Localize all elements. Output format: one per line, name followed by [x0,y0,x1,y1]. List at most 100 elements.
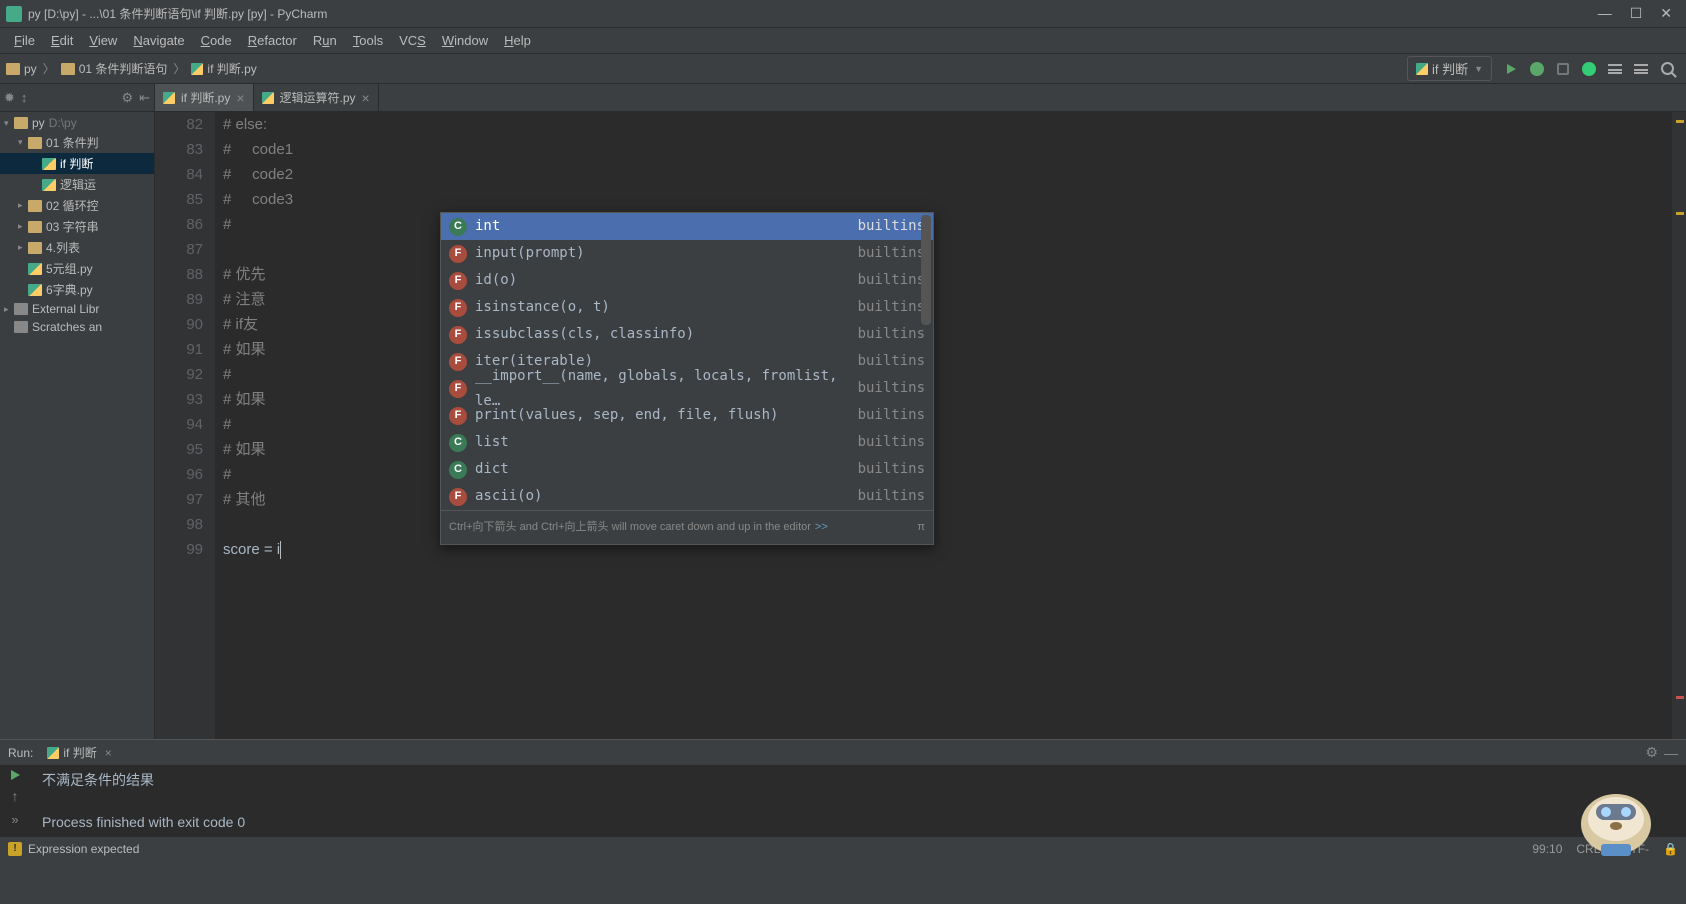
tree-item-03 字符串[interactable]: ▸03 字符串 [0,216,154,237]
tree-label: py [32,116,45,130]
breadcrumb[interactable]: py 〉 01 条件判断语句 〉 if 判断.py [6,60,257,77]
project-tree[interactable]: ▾pyD:\py▾01 条件判if 判断逻辑运▸02 循环控▸03 字符串▸4.… [0,112,154,338]
completion-name: issubclass(cls, classinfo) [475,322,858,347]
add-button[interactable]: ✹ [4,90,15,106]
warning-icon[interactable]: ! [8,842,22,856]
completion-item-__import__[interactable]: F__import__(name, globals, locals, froml… [441,375,933,402]
menu-edit[interactable]: Edit [43,31,81,50]
collapse-button[interactable]: ⇤ [139,90,150,106]
code-editor[interactable]: 828384858687888990919293949596979899 Cin… [155,112,1686,739]
caret-position[interactable]: 99:10 [1532,842,1562,856]
structure-button[interactable] [1604,58,1626,80]
completion-item-id[interactable]: Fid(o)builtins [441,267,933,294]
debug-button[interactable] [1526,58,1548,80]
menu-help[interactable]: Help [496,31,539,50]
menu-code[interactable]: Code [193,31,240,50]
tree-item-py[interactable]: ▾pyD:\py [0,114,154,132]
menu-tools[interactable]: Tools [345,31,391,50]
completion-name: id(o) [475,268,858,293]
expand-button[interactable]: ↕ [21,90,28,105]
folder-icon [28,200,42,212]
encoding[interactable]: UTF- [1622,842,1649,856]
git-button[interactable] [1630,58,1652,80]
completion-item-list[interactable]: Clistbuiltins [441,429,933,456]
code-line[interactable]: # code1 [223,137,1672,162]
tree-item-02 循环控[interactable]: ▸02 循环控 [0,195,154,216]
completion-item-issubclass[interactable]: Fissubclass(cls, classinfo)builtins [441,321,933,348]
warning-mark[interactable] [1676,120,1684,123]
line-number: 86 [155,212,203,237]
run-button[interactable] [1500,58,1522,80]
completion-popup[interactable]: CintbuiltinsFinput(prompt)builtinsFid(o)… [440,212,934,545]
completion-item-input[interactable]: Finput(prompt)builtins [441,240,933,267]
warning-mark[interactable] [1676,212,1684,215]
menu-file[interactable]: File [6,31,43,50]
menu-vcs[interactable]: VCS [391,31,434,50]
code-line[interactable]: # code2 [223,162,1672,187]
run-coverage-button[interactable] [1552,58,1574,80]
completion-source: builtins [858,241,925,266]
line-number: 97 [155,487,203,512]
completion-item-print[interactable]: Fprint(values, sep, end, file, flush)bui… [441,402,933,429]
more-button[interactable]: » [11,812,18,827]
crumb-folder: 01 条件判断语句 [79,60,168,77]
folder-icon [28,221,42,233]
tab-if-判断[interactable]: if 判断.py × [155,84,254,111]
hint-link[interactable]: >> [815,515,828,540]
run-tab[interactable]: if 判断 × [41,742,117,763]
run-settings-button[interactable]: ⚙ [1645,744,1658,761]
tree-item-4.列表[interactable]: ▸4.列表 [0,237,154,258]
code-line[interactable]: # code3 [223,187,1672,212]
menu-view[interactable]: View [81,31,125,50]
completion-item-int[interactable]: Cintbuiltins [441,213,933,240]
error-mark[interactable] [1676,696,1684,699]
completion-item-ascii[interactable]: Fascii(o)builtins [441,483,933,510]
tree-item-6字典.py[interactable]: 6字典.py [0,279,154,300]
settings-button[interactable]: ⚙ [121,90,133,106]
run-config-selector[interactable]: if 判断 ▼ [1407,56,1492,81]
tree-label: 01 条件判 [46,134,99,151]
rerun-button[interactable] [11,770,20,780]
error-stripe[interactable] [1672,112,1686,739]
tree-item-01 条件判[interactable]: ▾01 条件判 [0,132,154,153]
project-panel: ✹ ↕ ⚙ ⇤ ▾pyD:\py▾01 条件判if 判断逻辑运▸02 循环控▸0… [0,84,155,739]
run-output[interactable]: 不满足条件的结果Process finished with exit code … [30,766,1686,836]
kind-icon: F [449,272,467,290]
lock-icon[interactable]: 🔒 [1663,842,1678,856]
tree-item-External Libr[interactable]: ▸External Libr [0,300,154,318]
up-button[interactable]: ↑ [12,788,19,804]
completion-scrollbar[interactable] [921,215,931,325]
chevron-icon: ▸ [4,304,14,315]
menu-window[interactable]: Window [434,31,496,50]
code-line[interactable]: # else: [223,112,1672,137]
code-body[interactable]: CintbuiltinsFinput(prompt)builtinsFid(o)… [215,112,1672,739]
profile-button[interactable] [1578,58,1600,80]
lib-icon [14,321,28,333]
completion-item-isinstance[interactable]: Fisinstance(o, t)builtins [441,294,933,321]
pyfile-icon [42,158,56,170]
line-ending[interactable]: CRLF [1576,842,1607,856]
minimize-button[interactable]: — [1598,5,1612,22]
tab-逻辑运算符[interactable]: 逻辑运算符.py × [254,84,379,111]
menu-refactor[interactable]: Refactor [240,31,305,50]
completion-source: builtins [858,295,925,320]
line-number: 89 [155,287,203,312]
close-icon[interactable]: × [236,90,244,106]
tree-item-逻辑运[interactable]: 逻辑运 [0,174,154,195]
tree-item-Scratches an[interactable]: Scratches an [0,318,154,336]
close-button[interactable]: ✕ [1660,5,1672,22]
close-icon[interactable]: × [362,90,370,106]
tree-item-if 判断[interactable]: if 判断 [0,153,154,174]
run-minimize-button[interactable]: — [1664,745,1678,761]
pi-icon[interactable]: π [917,515,925,540]
menu-navigate[interactable]: Navigate [125,31,192,50]
menu-run[interactable]: Run [305,31,345,50]
completion-item-dict[interactable]: Cdictbuiltins [441,456,933,483]
navbar: py 〉 01 条件判断语句 〉 if 判断.py if 判断 ▼ [0,54,1686,84]
completion-name: print(values, sep, end, file, flush) [475,403,858,428]
search-button[interactable] [1656,58,1678,80]
chevron-icon: ▾ [4,118,14,129]
close-icon[interactable]: × [105,746,112,760]
tree-item-5元组.py[interactable]: 5元组.py [0,258,154,279]
maximize-button[interactable]: ☐ [1630,5,1643,22]
